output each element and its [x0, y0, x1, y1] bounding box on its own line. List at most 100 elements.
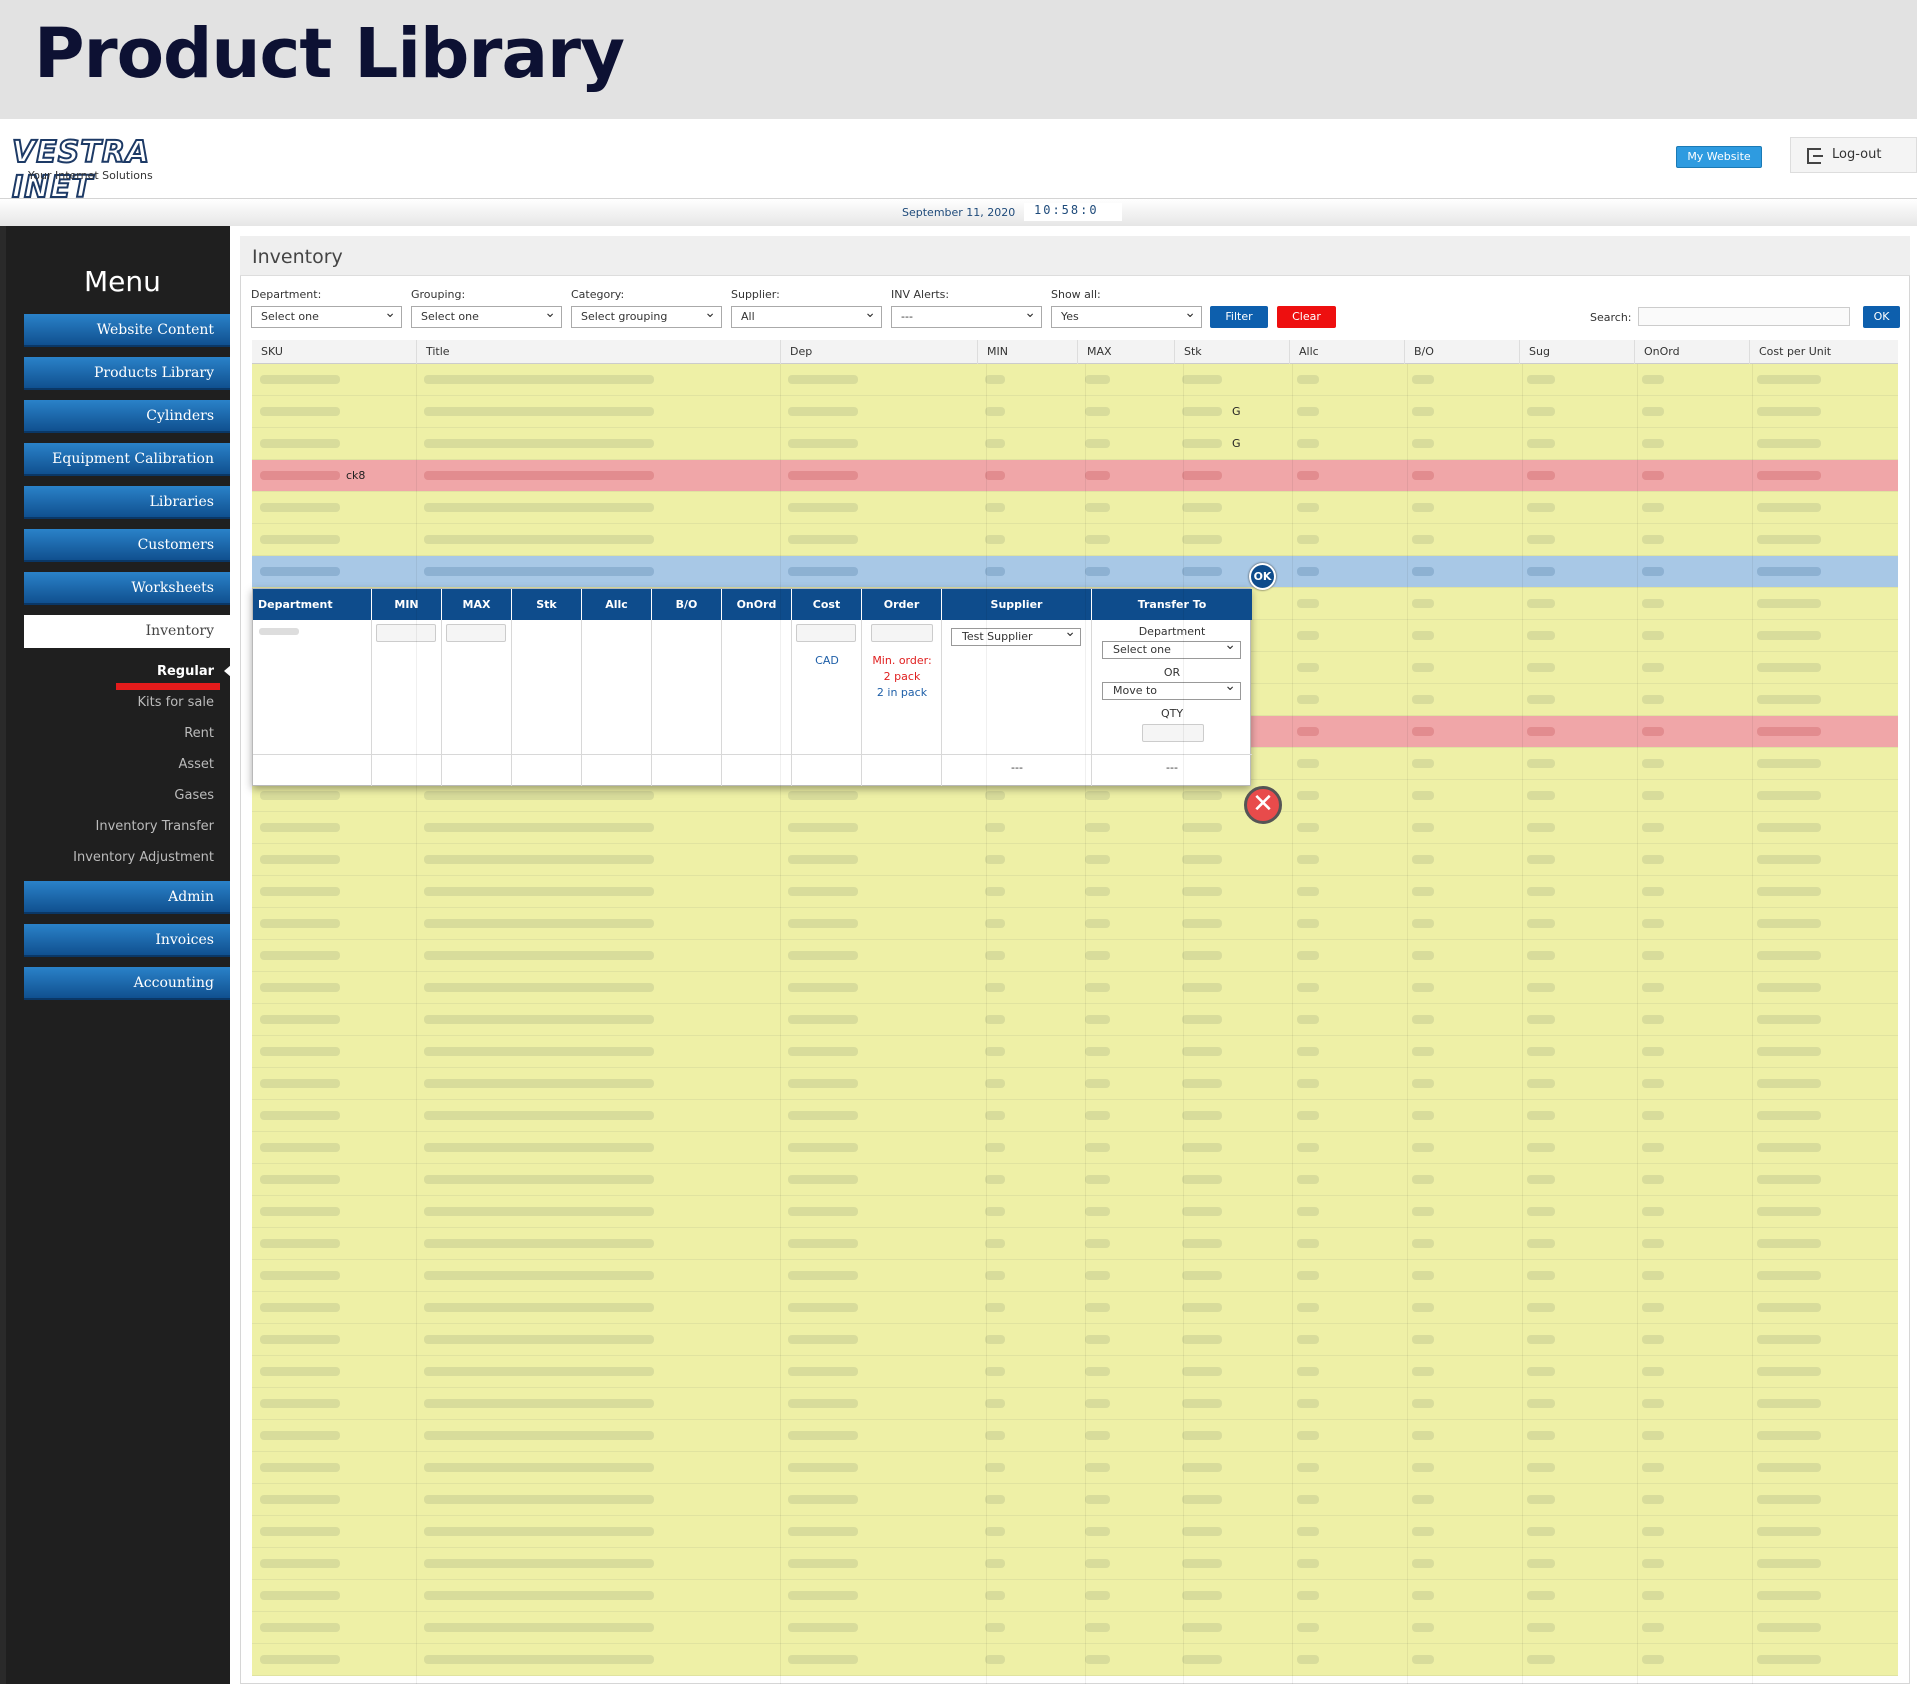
search-ok-button[interactable]: OK — [1863, 306, 1900, 328]
table-row[interactable] — [252, 492, 1898, 524]
table-row[interactable] — [252, 812, 1898, 844]
table-cell — [1642, 919, 1664, 928]
table-row[interactable] — [252, 1260, 1898, 1292]
column-dep[interactable]: Dep — [780, 340, 812, 364]
logout-button[interactable]: Log-out — [1790, 137, 1917, 173]
supplier-select[interactable]: Test Supplier — [951, 624, 1081, 646]
table-row[interactable] — [252, 1036, 1898, 1068]
table-row[interactable] — [252, 1068, 1898, 1100]
table-row[interactable] — [252, 876, 1898, 908]
sidebar-item-customers[interactable]: Customers — [24, 529, 230, 562]
table-cell — [788, 1175, 858, 1184]
table-cell — [788, 823, 858, 832]
submenu-regular[interactable]: Regular — [157, 664, 214, 679]
table-row[interactable] — [252, 364, 1898, 396]
column-min[interactable]: MIN — [977, 340, 1008, 364]
show-all-filter-select[interactable]: Yes — [1051, 303, 1202, 328]
submenu-asset[interactable]: Asset — [178, 757, 214, 772]
table-row[interactable] — [252, 428, 1898, 460]
column-allc[interactable]: Allc — [1289, 340, 1319, 364]
move-to-select[interactable]: Move to — [1102, 678, 1241, 700]
table-row[interactable] — [252, 1228, 1898, 1260]
sidebar-item-admin[interactable]: Admin — [24, 881, 230, 914]
sidebar-item-equipment-calibration[interactable]: Equipment Calibration — [24, 443, 230, 476]
table-row[interactable] — [252, 1580, 1898, 1612]
transfer-qty-input[interactable] — [1142, 724, 1204, 742]
table-row[interactable] — [252, 460, 1898, 492]
vestra-inet-logo[interactable]: VESTRA INET Your Internet Solutions — [11, 134, 202, 206]
clear-button[interactable]: Clear — [1277, 306, 1336, 328]
department-filter-select[interactable]: Select one — [251, 303, 402, 328]
table-row[interactable] — [252, 1324, 1898, 1356]
sidebar-item-worksheets[interactable]: Worksheets — [24, 572, 230, 605]
table-row[interactable] — [252, 1388, 1898, 1420]
submenu-inventory-transfer[interactable]: Inventory Transfer — [96, 819, 215, 834]
sidebar-item-website-content[interactable]: Website Content — [24, 314, 230, 347]
table-cell — [1297, 887, 1319, 896]
popup-close-icon[interactable]: ✕ — [1244, 786, 1282, 824]
order-input[interactable] — [871, 624, 933, 642]
sidebar-item-cylinders[interactable]: Cylinders — [24, 400, 230, 433]
table-cell — [1085, 503, 1110, 512]
sidebar-item-inventory[interactable]: Inventory — [24, 615, 230, 648]
submenu-kits-for-sale[interactable]: Kits for sale — [138, 695, 215, 710]
table-row[interactable] — [252, 1164, 1898, 1196]
filter-button[interactable]: Filter — [1210, 306, 1268, 328]
my-website-button[interactable]: My Website — [1676, 146, 1762, 168]
table-row[interactable] — [252, 1516, 1898, 1548]
table-row[interactable] — [252, 556, 1898, 588]
table-row[interactable] — [252, 524, 1898, 556]
column-sug[interactable]: Sug — [1519, 340, 1550, 364]
column-max[interactable]: MAX — [1077, 340, 1112, 364]
grouping-filter-select[interactable]: Select one — [411, 303, 562, 328]
submenu-inventory-adjustment[interactable]: Inventory Adjustment — [73, 850, 214, 865]
sidebar-item-accounting[interactable]: Accounting — [24, 967, 230, 1000]
table-row[interactable] — [252, 1548, 1898, 1580]
table-row[interactable] — [252, 1420, 1898, 1452]
cost-input[interactable] — [796, 624, 856, 642]
table-row[interactable] — [252, 1132, 1898, 1164]
column-title[interactable]: Title — [416, 340, 450, 364]
search-input[interactable] — [1638, 307, 1850, 326]
column-sku[interactable]: SKU — [252, 340, 283, 364]
sidebar-item-products-library[interactable]: Products Library — [24, 357, 230, 390]
submenu-rent[interactable]: Rent — [184, 726, 214, 741]
table-row[interactable] — [252, 1644, 1898, 1676]
table-row[interactable] — [252, 396, 1898, 428]
max-input[interactable] — [446, 624, 506, 642]
table-cell — [1297, 1111, 1319, 1120]
table-row[interactable] — [252, 1004, 1898, 1036]
table-row[interactable] — [252, 1612, 1898, 1644]
column-cost-per-unit[interactable]: Cost per Unit — [1749, 340, 1831, 364]
sidebar-item-invoices[interactable]: Invoices — [24, 924, 230, 957]
supplier-filter-select[interactable]: All — [731, 303, 882, 328]
table-cell — [1085, 1367, 1110, 1376]
table-cell — [1757, 727, 1821, 736]
popup-ok-button[interactable]: OK — [1249, 563, 1276, 590]
table-row[interactable] — [252, 1356, 1898, 1388]
table-cell — [260, 407, 340, 416]
table-cell — [788, 1143, 858, 1152]
column-bo[interactable]: B/O — [1404, 340, 1434, 364]
table-row[interactable] — [252, 1292, 1898, 1324]
table-row[interactable] — [252, 1484, 1898, 1516]
table-row[interactable] — [252, 1196, 1898, 1228]
min-input[interactable] — [376, 624, 436, 642]
table-row[interactable] — [252, 940, 1898, 972]
table-cell — [1182, 1015, 1222, 1024]
table-row[interactable] — [252, 844, 1898, 876]
table-row[interactable] — [252, 972, 1898, 1004]
table-row[interactable] — [252, 1452, 1898, 1484]
footer-supplier-value: --- — [1011, 761, 1023, 774]
inv-alerts-filter-select[interactable]: --- — [891, 303, 1042, 328]
sidebar-item-libraries[interactable]: Libraries — [24, 486, 230, 519]
category-filter-select[interactable]: Select grouping — [571, 303, 722, 328]
transfer-department-select[interactable]: Select one — [1102, 637, 1241, 659]
table-cell — [1642, 471, 1664, 480]
table-cell — [424, 1111, 654, 1120]
table-row[interactable] — [252, 908, 1898, 940]
column-stk[interactable]: Stk — [1174, 340, 1202, 364]
column-onord[interactable]: OnOrd — [1634, 340, 1680, 364]
table-row[interactable] — [252, 1100, 1898, 1132]
submenu-gases[interactable]: Gases — [174, 788, 214, 803]
